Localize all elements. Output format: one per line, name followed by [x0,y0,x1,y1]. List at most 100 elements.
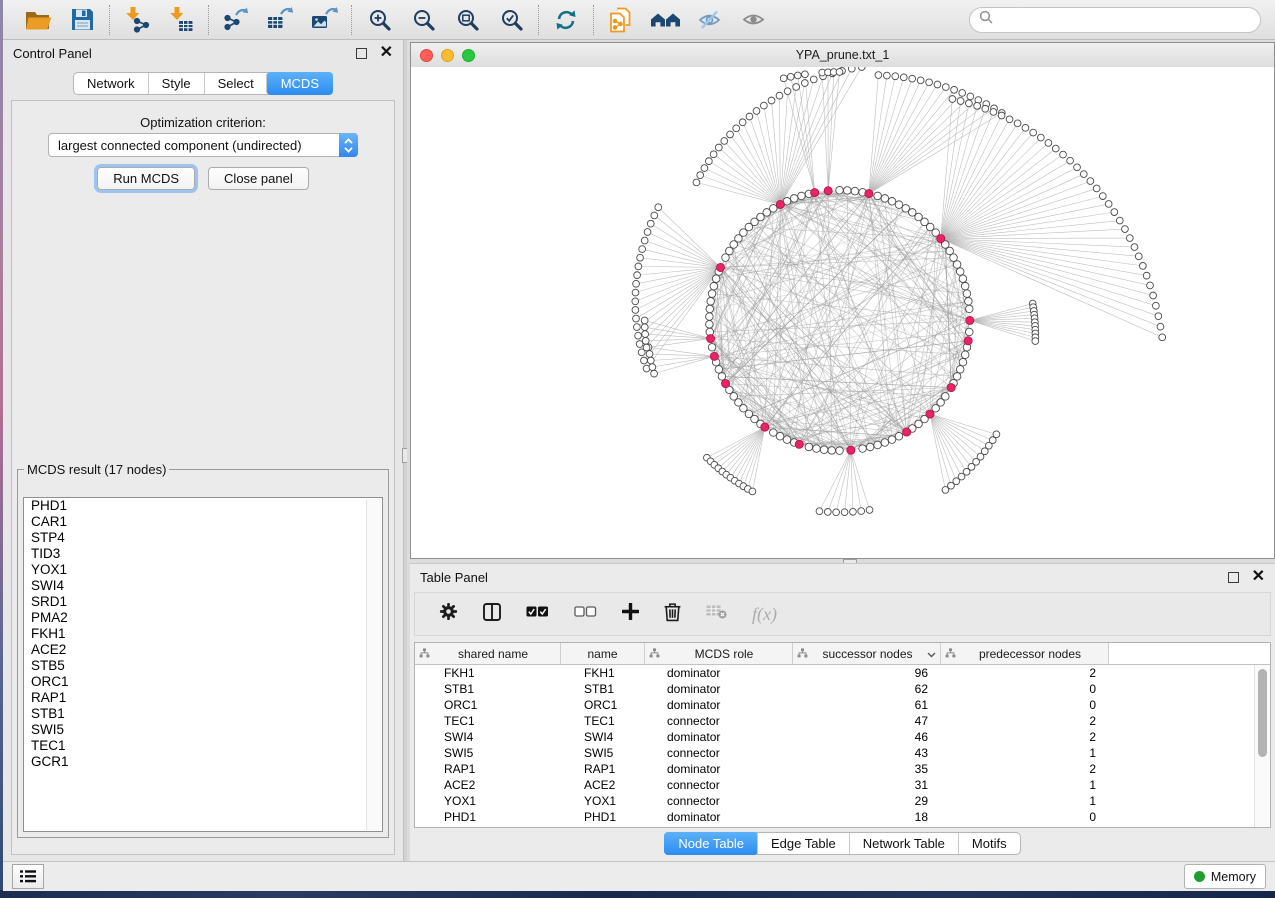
table-row[interactable]: FKH1FKH1dominator962 [415,665,1270,681]
column-header-predecessor-nodes[interactable]: predecessor nodes [941,643,1109,664]
network-node[interactable] [794,72,801,79]
network-node[interactable] [770,205,778,213]
table-row[interactable]: RAP1RAP1dominator352 [415,761,1270,777]
network-node[interactable] [1099,193,1106,200]
network-node[interactable] [633,280,640,287]
network-node[interactable] [841,509,848,516]
network-node[interactable] [655,204,662,211]
network-node[interactable] [824,509,831,516]
network-node[interactable] [953,261,961,269]
tab-select[interactable]: Select [204,73,267,94]
network-node[interactable] [727,131,734,138]
network-node[interactable] [651,212,658,219]
network-node[interactable] [1131,244,1138,251]
network-node[interactable] [697,172,704,179]
network-node[interactable] [646,351,653,358]
network-node[interactable] [888,198,896,206]
network-node[interactable] [798,192,806,200]
column-header-successor-nodes[interactable]: successor nodes [793,643,941,664]
network-node[interactable] [721,138,728,145]
toggle-column-icon[interactable] [483,603,501,626]
network-node[interactable] [634,272,641,279]
network-node[interactable] [934,81,941,88]
mcds-result-item[interactable]: CAR1 [24,514,382,530]
network-node[interactable] [982,105,989,112]
network-node[interactable] [883,72,890,79]
network-node[interactable] [1087,178,1094,185]
network-node[interactable] [881,195,889,203]
mcds-hub-node[interactable] [776,200,784,208]
table-row[interactable]: SWI5SWI5connector431 [415,745,1270,761]
mcds-hub-node[interactable] [706,334,714,342]
network-node[interactable] [633,315,640,322]
network-node[interactable] [858,508,865,515]
mcds-hub-node[interactable] [964,337,972,345]
tab-node-table[interactable]: Node Table [664,832,758,855]
tab-style[interactable]: Style [148,73,204,94]
mcds-result-item[interactable]: FKH1 [24,626,382,642]
network-node[interactable] [888,436,896,444]
network-node[interactable] [712,275,720,283]
network-node[interactable] [760,102,767,109]
network-node[interactable] [959,90,966,97]
network-node[interactable] [967,93,974,100]
column-header-name[interactable]: name [561,643,645,664]
add-row-icon[interactable] [622,603,639,625]
mcds-result-item[interactable]: PMA2 [24,610,382,626]
network-node[interactable] [634,324,641,331]
mcds-result-item[interactable]: SWI5 [24,722,382,738]
network-node[interactable] [875,72,882,79]
network-node[interactable] [950,254,958,262]
network-node[interactable] [783,436,791,444]
network-node[interactable] [708,290,716,298]
mcds-result-item[interactable]: TEC1 [24,738,382,754]
column-header-mcds-role[interactable]: MCDS role [645,643,793,664]
import-network-icon[interactable] [121,5,153,35]
tab-network[interactable]: Network [74,73,148,94]
network-node[interactable] [637,254,644,261]
network-node[interactable] [643,344,650,351]
network-node[interactable] [895,432,903,440]
network-node[interactable] [836,69,843,76]
mcds-result-item[interactable]: SRD1 [24,594,382,610]
network-node[interactable] [642,337,649,344]
network-node[interactable] [802,71,809,78]
network-node[interactable] [639,246,646,253]
mcds-hub-node[interactable] [761,423,769,431]
network-node[interactable] [851,187,859,195]
network-node[interactable] [961,351,969,359]
network-node[interactable] [718,373,726,381]
window-maximize-button[interactable] [462,49,475,62]
network-node[interactable] [1139,263,1146,270]
network-node[interactable] [644,229,651,236]
refresh-layout-icon[interactable] [550,5,582,35]
network-node[interactable] [843,187,851,195]
network-node[interactable] [784,88,791,95]
network-node[interactable] [848,67,855,72]
network-node[interactable] [1060,151,1067,158]
network-node[interactable] [706,321,714,329]
network-node[interactable] [753,108,760,115]
network-node[interactable] [965,297,973,305]
zoom-in-icon[interactable] [363,5,395,35]
export-image-icon[interactable] [308,5,340,35]
network-node[interactable] [959,358,967,366]
network-node[interactable] [706,305,714,313]
network-node[interactable] [701,165,708,172]
network-node[interactable] [651,370,658,377]
network-node[interactable] [710,151,717,158]
export-table-icon[interactable] [264,5,296,35]
network-node[interactable] [776,92,783,99]
network-node[interactable] [1030,129,1037,136]
network-node[interactable] [859,445,867,453]
network-node[interactable] [892,73,899,80]
network-node[interactable] [965,328,973,336]
network-node[interactable] [866,443,874,451]
hide-selected-icon[interactable] [693,5,725,35]
network-node[interactable] [974,102,981,109]
network-node[interactable] [770,429,778,437]
tab-network-table[interactable]: Network Table [849,833,958,854]
memory-button[interactable]: Memory [1184,864,1266,889]
network-node[interactable] [780,75,787,82]
network-node[interactable] [710,282,718,290]
